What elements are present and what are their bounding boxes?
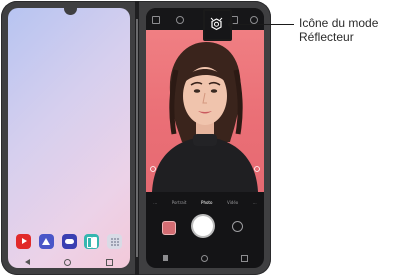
settings-icon[interactable] — [152, 16, 160, 24]
home-icon[interactable] — [64, 258, 72, 266]
timer-icon[interactable] — [176, 16, 184, 24]
game-icon[interactable] — [61, 234, 77, 249]
camera-mode-selector[interactable]: ... Portrait Photo Vidéo ... — [146, 196, 264, 208]
back-icon[interactable] — [162, 255, 168, 261]
mode-item[interactable]: ... — [153, 200, 157, 205]
app-dock — [12, 234, 126, 250]
selfie-preview-image — [150, 42, 260, 192]
back-icon[interactable] — [25, 259, 31, 265]
mode-item[interactable]: Portrait — [172, 200, 187, 205]
hinge — [135, 1, 139, 275]
recents-icon[interactable] — [105, 258, 113, 266]
callout-line-2: Réflecteur — [299, 30, 354, 44]
home-icon[interactable] — [200, 254, 208, 262]
reflector-mode-icon[interactable] — [210, 17, 223, 31]
mode-item[interactable]: Vidéo — [227, 200, 238, 205]
shutter-controls — [146, 213, 264, 247]
shutter-button[interactable] — [193, 216, 213, 236]
filter-icon[interactable] — [250, 16, 258, 24]
youtube-icon[interactable] — [16, 234, 31, 249]
right-screen-camera: ... Portrait Photo Vidéo ... — [146, 8, 264, 268]
gallery-thumbnail[interactable] — [162, 221, 176, 235]
callout-line-1: Icône du mode — [299, 16, 379, 30]
left-screen — [8, 8, 130, 268]
switch-camera-icon[interactable] — [232, 221, 243, 232]
recents-icon[interactable] — [240, 254, 248, 262]
apps-grid-icon[interactable] — [107, 234, 122, 249]
navigation-bar — [146, 252, 264, 264]
mode-item[interactable]: ... — [253, 200, 257, 205]
camera-notch — [64, 8, 77, 15]
callout-leader-line — [232, 24, 294, 25]
navigation-bar — [8, 256, 130, 268]
camera-viewfinder[interactable] — [146, 30, 264, 192]
callout-label: Icône du mode Réflecteur — [299, 16, 397, 44]
dual-screen-icon[interactable] — [84, 234, 100, 249]
mode-item-active[interactable]: Photo — [201, 200, 212, 205]
gallery-icon[interactable] — [38, 234, 54, 249]
